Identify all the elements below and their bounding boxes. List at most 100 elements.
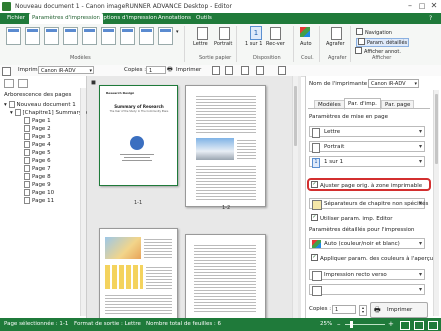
navigation-button[interactable]: Navigation: [356, 28, 392, 36]
two-pages-icon[interactable]: [428, 321, 438, 330]
scrollbar-thumb[interactable]: [435, 94, 438, 164]
fit-page-icon[interactable]: [400, 321, 410, 330]
apply-color-preview-label: Appliquer param. des couleurs à l'aperçu: [320, 256, 434, 262]
template-thumb-3[interactable]: [44, 27, 59, 45]
tree-page[interactable]: Page 11: [24, 197, 54, 204]
template-thumb-1[interactable]: [6, 27, 21, 45]
template-thumb-8[interactable]: [139, 27, 154, 45]
tree-page[interactable]: Page 9: [24, 181, 51, 188]
map-image: [105, 237, 141, 259]
color-mode-button[interactable]: Auto: [300, 41, 312, 47]
tree-page[interactable]: Page 3: [24, 133, 51, 140]
color-mode-icon[interactable]: [300, 27, 310, 37]
fit-width-icon[interactable]: [414, 321, 424, 330]
paper-size-select[interactable]: Lettre ▾: [309, 126, 425, 138]
tool-icon-2[interactable]: [225, 66, 233, 75]
tree-tool-icon-2[interactable]: [18, 79, 28, 88]
pages-per-sheet-select[interactable]: 1 1 sur 1 ▾: [309, 156, 425, 168]
panel-copies-field[interactable]: 1: [332, 305, 356, 314]
print-icon[interactable]: 🖶: [167, 66, 173, 74]
document-icon[interactable]: [2, 67, 11, 76]
orientation-select[interactable]: Portrait ▾: [309, 141, 425, 153]
template-thumb-9[interactable]: [158, 27, 173, 45]
show-annotations-button[interactable]: Afficher annot.: [355, 47, 401, 55]
tab-options-impression[interactable]: Options d'impression: [96, 13, 160, 24]
template-thumb-2[interactable]: [25, 27, 40, 45]
tree-tool-icon-1[interactable]: [4, 79, 14, 88]
tree-page[interactable]: Page 6: [24, 157, 51, 164]
templates-more-icon[interactable]: ▾: [176, 29, 179, 35]
page-preview-1-2[interactable]: [185, 85, 266, 207]
template-thumb-7[interactable]: [120, 27, 135, 45]
param-details-button[interactable]: Param. détaillés: [356, 38, 410, 47]
panel-print-button[interactable]: 🖶 Imprimer: [370, 302, 428, 318]
copies-stepper[interactable]: ▴ ▾: [359, 305, 367, 316]
tree-page[interactable]: Page 5: [24, 149, 51, 156]
scrollbar-thumb[interactable]: [294, 86, 297, 146]
color-mode-select[interactable]: Auto (couleur/noir et blanc) ▾: [309, 238, 425, 249]
paper-size-button[interactable]: Lettre: [193, 41, 208, 47]
tree-root[interactable]: ▾ Nouveau document 1: [4, 101, 76, 108]
page-icon: [24, 117, 30, 124]
print-toolbar-button[interactable]: Imprimer: [176, 67, 201, 73]
layout-button[interactable]: 1 sur 1: [245, 41, 262, 47]
tab-parametres-impression[interactable]: Paramètres d'impression: [29, 13, 104, 24]
duplex-icon[interactable]: [270, 27, 281, 40]
page-preview-2-2[interactable]: [185, 234, 266, 320]
print-icon: 🖶: [374, 306, 381, 314]
tab-outils[interactable]: Outils: [193, 13, 215, 24]
tree-page[interactable]: Page 10: [24, 189, 54, 196]
tab-annotations[interactable]: Annotations: [155, 13, 194, 24]
maximize-icon[interactable]: □: [417, 1, 427, 11]
template-thumb-5[interactable]: [82, 27, 97, 45]
duplex-button[interactable]: Rec-ver: [266, 41, 285, 47]
close-icon[interactable]: ✕: [429, 1, 439, 11]
page-preview-2-1[interactable]: [99, 228, 178, 320]
settings-scrollbar[interactable]: [433, 90, 439, 316]
preview-area: ◼ Research Design Summary of Research Th…: [87, 76, 301, 320]
use-editor-settings-checkbox[interactable]: ✓ Utiliser param. imp. Editor: [311, 214, 393, 222]
staple-icon[interactable]: [331, 27, 342, 40]
staple-button[interactable]: Agrafer: [326, 41, 345, 47]
tree-page[interactable]: Page 4: [24, 141, 51, 148]
template-thumb-4[interactable]: [63, 27, 78, 45]
tool-icon-3[interactable]: [241, 66, 249, 75]
paper-size-value: Lettre: [324, 129, 341, 135]
tool-icon-5[interactable]: [278, 66, 286, 75]
tool-icon-1[interactable]: [212, 66, 220, 75]
tree-page[interactable]: Page 1: [24, 117, 51, 124]
template-thumb-6[interactable]: [101, 27, 116, 45]
orientation-button[interactable]: Portrait: [214, 41, 232, 47]
printer-name-select[interactable]: Canon iR-ADV ▾: [368, 79, 419, 88]
tab-fichier[interactable]: Fichier: [4, 13, 28, 24]
paper-size-icon[interactable]: [197, 27, 208, 40]
apply-color-preview-checkbox[interactable]: ✓ Appliquer param. des couleurs à l'aperç…: [311, 254, 434, 262]
tool-icon-4[interactable]: [256, 66, 264, 75]
zoom-slider-thumb[interactable]: [350, 321, 353, 328]
page-icon: [24, 181, 30, 188]
portrait-icon[interactable]: [219, 27, 230, 40]
copies-field[interactable]: 1: [146, 66, 166, 74]
layout-1-icon[interactable]: 1: [250, 26, 262, 40]
page-number-label: 1-1: [134, 200, 143, 206]
fit-page-checkbox[interactable]: ✓ Ajuster page orig. à zone imprimable: [311, 181, 422, 189]
page-preview-1-1[interactable]: Research Design Summary of Research The …: [99, 85, 178, 186]
tree-page[interactable]: Page 2: [24, 125, 51, 132]
duplex-select[interactable]: Impression recto verso ▾: [309, 269, 425, 281]
extra-setting-select[interactable]: ▾: [309, 284, 425, 296]
ribbon-group-modeles: Modèles: [70, 55, 91, 61]
help-icon[interactable]: ?: [426, 13, 435, 24]
preview-scrollbar[interactable]: [292, 76, 298, 318]
printer-select[interactable]: Canon iR-ADV ▾: [38, 66, 94, 74]
zoom-out-icon[interactable]: –: [337, 320, 341, 328]
ribbon-group-coul: Coul.: [301, 55, 314, 61]
chapter-separator-select[interactable]: Séparateurs de chapitre non spécifiés ▾: [309, 198, 428, 210]
status-bar: Page sélectionnée : 1-1 Format de sortie…: [0, 318, 441, 331]
tree-scrollbar[interactable]: [80, 88, 86, 316]
tree-page[interactable]: Page 7: [24, 165, 51, 172]
tree-chapter[interactable]: ▾ [Chapitre1] Summary o: [10, 109, 87, 116]
zoom-in-icon[interactable]: +: [388, 320, 394, 328]
tree-page[interactable]: Page 8: [24, 173, 51, 180]
use-editor-settings-label: Utiliser param. imp. Editor: [320, 216, 393, 222]
minimize-icon[interactable]: –: [405, 1, 415, 11]
